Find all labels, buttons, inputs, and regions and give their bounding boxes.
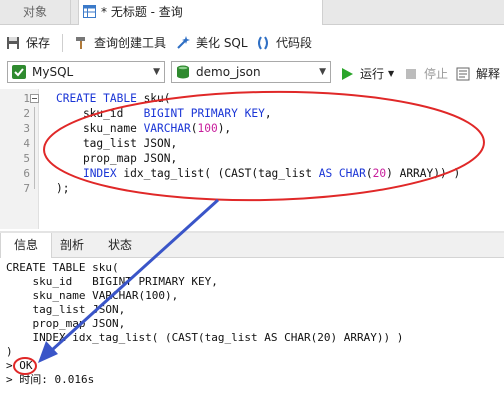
run-dropdown-icon[interactable]: ▼ bbox=[388, 64, 394, 84]
code-line[interactable]: ); bbox=[56, 181, 69, 196]
tab-info[interactable]: 信息 bbox=[0, 233, 52, 258]
code-line[interactable]: sku_id BIGINT PRIMARY KEY, bbox=[56, 106, 272, 121]
line-number: 3 bbox=[23, 122, 30, 135]
fold-guide bbox=[34, 107, 35, 189]
tab-bar: 对象 * 无标题 - 查询 bbox=[0, 0, 504, 25]
explain-label: 解释 bbox=[476, 67, 501, 81]
tab-profile[interactable]: 剖析 bbox=[52, 233, 92, 257]
code-line[interactable]: prop_map JSON, bbox=[56, 151, 177, 166]
fold-toggle-icon[interactable] bbox=[30, 91, 39, 106]
sql-number: 100 bbox=[197, 122, 218, 135]
run-button[interactable]: 运行 ▼ bbox=[340, 64, 398, 84]
play-icon bbox=[342, 68, 353, 80]
explain-icon bbox=[456, 67, 470, 81]
sql-text: sku_id bbox=[56, 107, 144, 120]
beautify-sql-label: 美化 SQL bbox=[196, 36, 248, 50]
code-snippet-label: 代码段 bbox=[276, 36, 313, 50]
code-line[interactable]: sku_name VARCHAR(100), bbox=[56, 121, 231, 136]
stop-button[interactable]: 停止 bbox=[404, 64, 450, 84]
sql-text: ) ARRAY)) ) bbox=[386, 167, 461, 180]
selector-row: MySQL ▼ demo_json ▼ 运行 ▼ 停止 解释 bbox=[0, 59, 504, 87]
connection-select[interactable]: MySQL ▼ bbox=[7, 61, 165, 83]
code-line[interactable]: CREATE TABLE sku( bbox=[56, 91, 171, 106]
sql-text: , bbox=[264, 107, 272, 120]
query-table-icon bbox=[83, 5, 96, 18]
tab-query[interactable]: * 无标题 - 查询 bbox=[78, 0, 323, 25]
database-select[interactable]: demo_json ▼ bbox=[171, 61, 331, 83]
connection-value: MySQL bbox=[32, 65, 74, 79]
sql-keyword: VARCHAR bbox=[143, 122, 191, 135]
output-line: prop_map JSON, bbox=[6, 317, 126, 330]
sql-text: ); bbox=[56, 182, 70, 195]
output-line: ) bbox=[6, 345, 13, 358]
save-label: 保存 bbox=[26, 36, 51, 50]
save-button[interactable]: 保存 bbox=[6, 33, 56, 53]
sql-text: ), bbox=[217, 122, 232, 135]
code-line[interactable]: tag_list JSON, bbox=[56, 136, 177, 151]
sql-number: 20 bbox=[372, 167, 387, 180]
sql-text: idx_tag_list( (CAST(tag_list bbox=[116, 167, 319, 180]
toolbar-divider bbox=[62, 34, 63, 52]
sql-text: ( bbox=[365, 167, 373, 180]
line-number: 1 bbox=[23, 92, 30, 105]
database-value: demo_json bbox=[196, 65, 261, 79]
parentheses-icon bbox=[258, 36, 268, 50]
tab-status[interactable]: 状态 bbox=[98, 233, 142, 257]
sql-editor[interactable]: 1 CREATE TABLE sku( 2 sku_id BIGINT PRIMAR… bbox=[0, 89, 504, 229]
hammer-icon bbox=[76, 37, 85, 49]
code-snippet-button[interactable]: 代码段 bbox=[256, 33, 316, 53]
query-builder-label: 查询创建工具 bbox=[94, 36, 167, 50]
annotation-arrow-head bbox=[38, 341, 58, 363]
line-number: 4 bbox=[23, 137, 30, 150]
output-line: sku_name VARCHAR(100), bbox=[6, 289, 179, 302]
chevron-down-icon: ▼ bbox=[153, 67, 160, 77]
stop-icon bbox=[406, 69, 416, 79]
output-line: tag_list JSON, bbox=[6, 303, 126, 316]
save-icon bbox=[7, 37, 19, 49]
line-number: 2 bbox=[23, 107, 30, 120]
chevron-down-icon: ▼ bbox=[319, 67, 326, 77]
sql-text: sku( bbox=[136, 92, 171, 105]
output-line: > OK bbox=[6, 359, 33, 372]
explain-button[interactable]: 解释 bbox=[456, 64, 502, 84]
result-tabs: 信息 剖析 状态 bbox=[0, 233, 504, 258]
output-line: CREATE TABLE sku( bbox=[6, 261, 119, 274]
sql-text: tag_list JSON, bbox=[56, 137, 178, 150]
query-builder-button[interactable]: 查询创建工具 bbox=[74, 33, 170, 53]
magic-wand-icon bbox=[177, 36, 190, 49]
database-icon bbox=[177, 65, 189, 79]
sql-keyword: INDEX bbox=[82, 167, 117, 180]
sql-text: prop_map JSON, bbox=[56, 152, 178, 165]
line-number: 6 bbox=[23, 167, 30, 180]
tab-objects[interactable]: 对象 bbox=[0, 0, 71, 24]
run-label: 运行 bbox=[360, 67, 385, 81]
code-line[interactable]: INDEX idx_tag_list( (CAST(tag_list AS CH… bbox=[56, 166, 460, 181]
mysql-connection-icon bbox=[12, 65, 26, 79]
sql-keyword: BIGINT PRIMARY KEY bbox=[143, 107, 265, 120]
sql-keyword: AS CHAR bbox=[318, 167, 366, 180]
query-toolbar: 保存 查询创建工具 美化 SQL 代码段 bbox=[0, 29, 504, 57]
beautify-sql-button[interactable]: 美化 SQL bbox=[176, 33, 250, 53]
output-line: > 时间: 0.016s bbox=[6, 373, 95, 386]
sql-text: sku_name bbox=[56, 122, 144, 135]
tab-query-label: * 无标题 - 查询 bbox=[101, 5, 183, 19]
line-number: 5 bbox=[23, 152, 30, 165]
line-number: 7 bbox=[23, 182, 30, 195]
sql-keyword: CREATE TABLE bbox=[56, 92, 137, 105]
output-line: INDEX idx_tag_list( (CAST(tag_list AS CH… bbox=[6, 331, 404, 344]
output-line: sku_id BIGINT PRIMARY KEY, bbox=[6, 275, 218, 288]
stop-label: 停止 bbox=[424, 67, 449, 81]
